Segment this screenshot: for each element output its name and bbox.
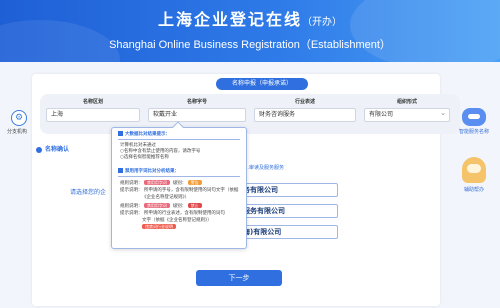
section-dot-icon bbox=[36, 146, 42, 153]
rule-row: 违禁词行业说明 bbox=[112, 224, 246, 231]
field-label: 组织形式 bbox=[396, 99, 417, 105]
rule-row: 规则说明： 禁用用字词 级别： 警告 bbox=[112, 180, 246, 187]
rule-detail: 提示说明： 所申请的行业表述，含有限制使用的词句 bbox=[120, 211, 225, 216]
robot-icon bbox=[462, 108, 486, 126]
industry-input[interactable]: 财务咨询服务 bbox=[254, 108, 356, 122]
org-form-select[interactable]: 有限公司 bbox=[364, 108, 450, 122]
name-fields-row: 名称区划 上海 名称字号 软戴开业 行业表述 财务咨询服务 组织形式 有限公司 bbox=[40, 94, 460, 134]
assistant-icon bbox=[462, 157, 486, 183]
page-title: 上海企业登记在线（开办） bbox=[157, 10, 342, 29]
page-title-suffix: （开办） bbox=[302, 17, 342, 28]
brand-input[interactable]: 软戴开业 bbox=[148, 108, 246, 122]
level-tag: 警告 bbox=[187, 180, 202, 185]
next-button[interactable]: 下一步 bbox=[196, 270, 282, 286]
compare-result-popup: 大数据比对结果提示： 计算机比对未通过 ○名称中含有禁止使用的内容，请改字号 ○… bbox=[111, 121, 247, 249]
region-input[interactable]: 上海 bbox=[46, 108, 140, 122]
info-icon bbox=[118, 131, 123, 136]
name-confirm-heading: 名称确认 bbox=[36, 144, 69, 153]
level-tag: 禁止 bbox=[187, 203, 202, 208]
rule-tag: 禁用用字词 bbox=[143, 203, 170, 208]
left-rail-label: 分支机构 bbox=[6, 129, 27, 135]
left-rail-branch[interactable]: ⚙ 分支机构 bbox=[6, 110, 32, 135]
rule-detail: 提示说明： 所申请的字号，含有限制使用的词句文字（依据 bbox=[120, 188, 239, 193]
rule-detail: 文字（依据《企业名称登记规则》） bbox=[142, 218, 212, 223]
header-banner: 上海企业登记在线（开办） Shanghai Online Business Re… bbox=[0, 0, 500, 62]
field-label: 行业表述 bbox=[294, 99, 315, 105]
confirm-hint: …审读及服务服务 bbox=[244, 165, 285, 171]
info-icon bbox=[118, 168, 123, 173]
field-industry: 行业表述 财务咨询服务 bbox=[254, 98, 356, 122]
divider bbox=[118, 176, 240, 177]
field-org-form: 组织形式 有限公司 bbox=[364, 98, 450, 122]
popup-line: ○选择名拟智能推荐名称 bbox=[120, 155, 169, 160]
confirm-prompt: 请选择您的企 bbox=[70, 189, 107, 196]
field-label: 名称区划 bbox=[82, 99, 103, 105]
industry-note-tag[interactable]: 违禁词行业说明 bbox=[142, 224, 176, 229]
page-subtitle: Shanghai Online Business Registration（Es… bbox=[109, 39, 391, 51]
divider bbox=[118, 139, 240, 140]
field-region: 名称区划 上海 bbox=[46, 98, 140, 122]
gear-icon: ⚙ bbox=[11, 110, 27, 126]
rule-row: 规则说明： 禁用用字词 级别： 禁止 bbox=[112, 203, 246, 210]
rule-tag: 禁用用字词 bbox=[143, 180, 170, 185]
assistant-button[interactable]: 辅助帮办 bbox=[452, 157, 496, 193]
section-pill: 名称申报（申报承诺） bbox=[216, 78, 308, 90]
popup-section-title: 禁用用字词比对分析结果： bbox=[112, 165, 246, 174]
assistant-label: 辅助帮办 bbox=[463, 187, 484, 193]
field-label: 名称字号 bbox=[186, 99, 207, 105]
field-brand: 名称字号 软戴开业 bbox=[148, 98, 246, 122]
rule-detail: 《企业名称登记规则》） bbox=[142, 195, 190, 200]
